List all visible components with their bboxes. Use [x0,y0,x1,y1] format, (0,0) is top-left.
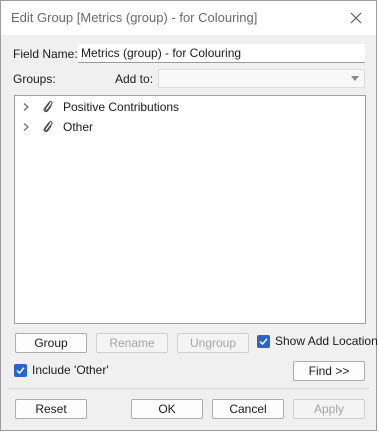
title-bar: Edit Group [Metrics (group) - for Colour… [1,1,376,35]
paperclip-icon [43,121,53,133]
close-icon [350,12,362,24]
chevron-right-icon[interactable] [21,102,31,112]
field-name-input[interactable] [78,44,365,63]
group-button[interactable]: Group [15,333,87,353]
checkmark-icon [259,337,268,345]
include-other-label: Include 'Other' [32,363,109,377]
edit-group-dialog: Edit Group [Metrics (group) - for Colour… [0,0,378,431]
close-button[interactable] [344,7,368,29]
checkbox-box[interactable] [257,334,270,348]
reset-button[interactable]: Reset [15,399,87,419]
paperclip-icon [43,101,53,113]
groups-label: Groups: [13,72,56,86]
rename-button[interactable]: Rename [96,333,168,353]
footer-divider [8,388,369,389]
show-add-location-label: Show Add Location [275,334,378,348]
field-name-label: Field Name: [13,47,78,61]
cancel-button[interactable]: Cancel [212,399,284,419]
groups-tree[interactable]: Positive Contributions Other [14,95,366,324]
dialog-title: Edit Group [Metrics (group) - for Colour… [11,10,258,25]
show-add-location-checkbox[interactable]: Show Add Location [257,334,378,348]
add-to-label: Add to: [115,72,154,86]
add-to-dropdown[interactable] [158,69,365,88]
tree-item-other[interactable]: Other [15,117,365,137]
ok-button[interactable]: OK [131,399,203,419]
chevron-right-icon[interactable] [21,122,31,132]
tree-item-positive-contributions[interactable]: Positive Contributions [15,97,365,117]
ungroup-button[interactable]: Ungroup [177,333,249,353]
apply-button[interactable]: Apply [293,399,365,419]
include-other-checkbox[interactable]: Include 'Other' [14,363,109,377]
checkbox-box[interactable] [14,363,27,377]
chevron-down-icon [351,76,359,81]
find-button[interactable]: Find >> [293,361,365,381]
checkmark-icon [16,366,25,374]
tree-item-label: Other [63,120,94,134]
tree-item-label: Positive Contributions [63,100,180,114]
